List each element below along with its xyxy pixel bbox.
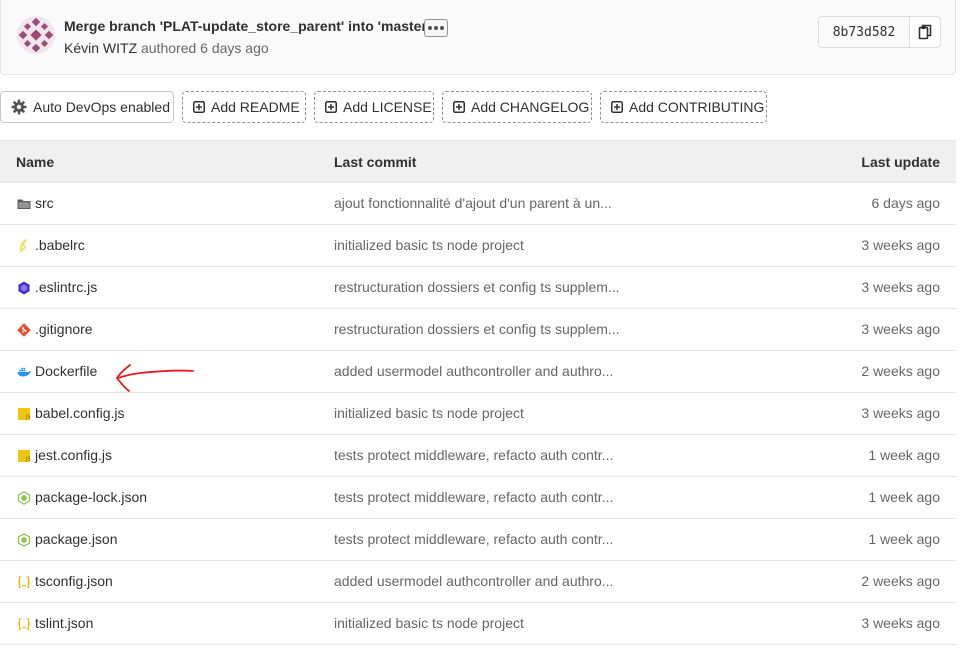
commit-message-link[interactable]: restructuration dossiers et config ts su… [334,279,620,295]
commit-message-link[interactable]: tests protect middleware, refacto auth c… [334,531,613,547]
last-update-time: 6 days ago [871,195,941,211]
add-contributing-label: Add CONTRIBUTING [629,99,765,115]
file-name-link[interactable]: tslint.json [35,615,93,631]
file-name-link[interactable]: src [35,195,54,211]
commit-message-link[interactable]: added usermodel authcontroller and authr… [334,573,613,589]
file-name-link[interactable]: .eslintrc.js [35,279,97,295]
plus-square-icon [193,101,205,113]
commit-author-link[interactable]: Kévin WITZ [64,40,137,56]
docker-icon [17,367,31,377]
table-row[interactable]: tslint.json initialized basic ts node pr… [0,603,956,645]
json-icon [17,617,31,631]
plus-square-icon [453,101,465,113]
git-icon [17,323,31,337]
gear-icon [11,99,27,115]
copy-icon [918,24,932,40]
column-header-last-commit: Last commit [334,154,417,170]
table-row[interactable]: .babelrc initialized basic ts node proje… [0,225,956,267]
json-icon [17,575,31,589]
add-readme-button[interactable]: Add README [182,91,306,123]
commit-message-link[interactable]: tests protect middleware, refacto auth c… [334,489,613,505]
table-row[interactable]: tsconfig.json added usermodel authcontro… [0,561,956,603]
commit-meta: Kévin WITZ authored 6 days ago [64,40,269,56]
commit-message-link[interactable]: initialized basic ts node project [334,615,524,631]
folder-icon [17,199,31,209]
column-header-name: Name [16,154,55,170]
table-row[interactable]: package-lock.json tests protect middlewa… [0,477,956,519]
commit-message-link[interactable]: restructuration dossiers et config ts su… [334,321,620,337]
file-name-link[interactable]: Dockerfile [35,363,97,379]
toggle-commit-description-button[interactable] [424,19,448,37]
last-update-time: 1 week ago [868,489,940,505]
nodejs-icon [18,533,30,547]
add-contributing-button[interactable]: Add CONTRIBUTING [600,91,767,123]
svg-text:JS: JS [25,457,31,463]
commit-message-link[interactable]: ajout fonctionnalité d'ajout d'un parent… [334,195,612,211]
eslint-icon [18,281,30,295]
auto-devops-button[interactable]: Auto DevOps enabled [0,91,174,123]
last-update-time: 1 week ago [868,447,940,463]
file-name-link[interactable]: .gitignore [35,321,93,337]
table-row[interactable]: package.json tests protect middleware, r… [0,519,956,561]
file-name-link[interactable]: package-lock.json [35,489,147,505]
js-icon: JS [18,408,31,421]
add-readme-label: Add README [211,99,300,115]
last-update-time: 1 week ago [868,531,940,547]
commit-title[interactable]: Merge branch 'PLAT-update_store_parent' … [64,18,430,34]
js-icon: JS [18,450,31,463]
commit-message-link[interactable]: initialized basic ts node project [334,405,524,421]
last-update-time: 3 weeks ago [861,405,940,421]
commit-message-link[interactable]: added usermodel authcontroller and authr… [334,363,613,379]
file-name-link[interactable]: babel.config.js [35,405,125,421]
add-license-button[interactable]: Add LICENSE [314,91,434,123]
svg-text:JS: JS [25,415,31,421]
commit-message-link[interactable]: initialized basic ts node project [334,237,524,253]
file-name-link[interactable]: tsconfig.json [35,573,113,589]
babel-icon [19,239,27,253]
commit-sha-group: 8b73d582 [818,16,941,48]
table-row[interactable]: JS jest.config.js tests protect middlewa… [0,435,956,477]
file-name-link[interactable]: package.json [35,531,118,547]
ellipsis-icon [428,26,432,30]
commit-sha[interactable]: 8b73d582 [819,17,910,47]
last-update-time: 3 weeks ago [861,615,940,631]
last-update-time: 3 weeks ago [861,279,940,295]
avatar[interactable] [17,16,55,54]
auto-devops-label: Auto DevOps enabled [33,99,170,115]
add-changelog-button[interactable]: Add CHANGELOG [442,91,592,123]
table-row[interactable]: src ajout fonctionnalité d'ajout d'un pa… [0,183,956,225]
table-row[interactable]: .eslintrc.js restructuration dossiers et… [0,267,956,309]
last-update-time: 3 weeks ago [861,321,940,337]
nodejs-icon [18,491,30,505]
table-row[interactable]: .gitignore restructuration dossiers et c… [0,309,956,351]
last-update-time: 2 weeks ago [861,363,940,379]
plus-square-icon [325,101,337,113]
last-update-time: 2 weeks ago [861,573,940,589]
table-header: Name Last commit Last update [0,141,956,183]
commit-message-link[interactable]: tests protect middleware, refacto auth c… [334,447,613,463]
copy-sha-button[interactable] [910,17,940,47]
file-name-link[interactable]: .babelrc [35,237,85,253]
last-update-time: 3 weeks ago [861,237,940,253]
add-license-label: Add LICENSE [343,99,432,115]
plus-square-icon [611,101,623,113]
annotation-arrow [116,364,194,392]
column-header-last-update: Last update [861,154,940,170]
file-name-link[interactable]: jest.config.js [35,447,112,463]
add-changelog-label: Add CHANGELOG [471,99,590,115]
last-commit-bar: Merge branch 'PLAT-update_store_parent' … [0,0,956,75]
commit-authored-text: authored 6 days ago [141,40,269,56]
